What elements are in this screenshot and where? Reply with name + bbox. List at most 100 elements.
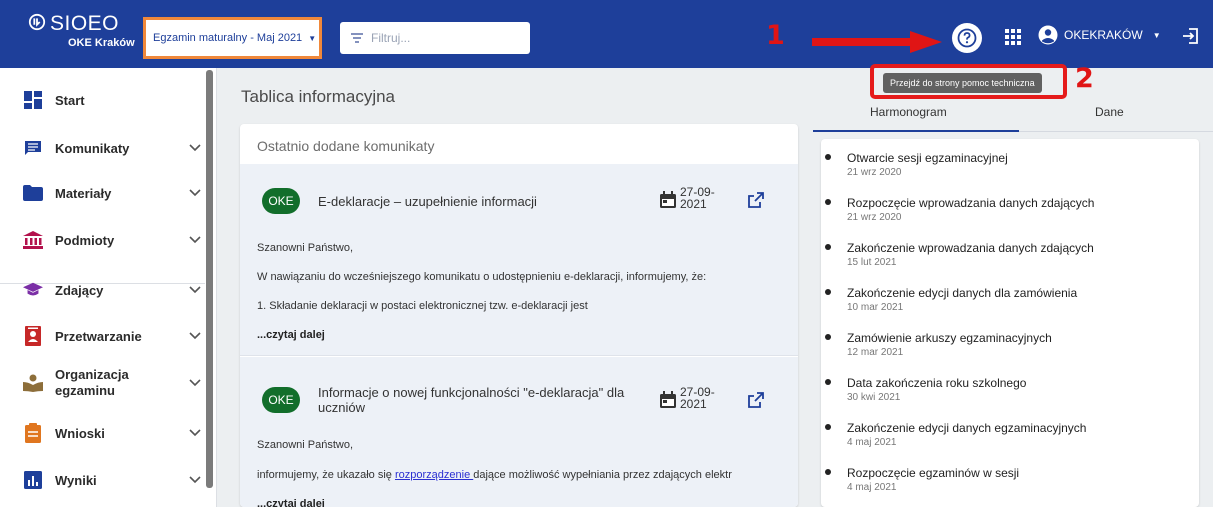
- list-item: Zakończenie edycji danych egzaminacyjnyc…: [825, 421, 1087, 448]
- sidebar-item-materialy[interactable]: Materiały: [0, 181, 205, 205]
- sidebar-item-label-line2: egzaminu: [55, 383, 115, 398]
- schedule-item-name: Zakończenie edycji danych egzaminacyjnyc…: [847, 421, 1087, 435]
- chevron-down-icon: [189, 236, 201, 244]
- list-item: Rozpoczęcie wprowadzania danych zdającyc…: [825, 196, 1095, 223]
- logo-title: SIOEO: [50, 12, 120, 35]
- sidebar-item-label: Przetwarzanie: [55, 328, 142, 344]
- message-date: 27-09- 2021: [659, 386, 715, 410]
- schedule-item-name: Otwarcie sesji egzaminacyjnej: [847, 151, 1008, 165]
- list-item: Zakończenie edycji danych dla zamówienia…: [825, 286, 1078, 313]
- schedule-item-name: Zakończenie wprowadzania danych zdającyc…: [847, 241, 1094, 255]
- list-item: Zamówienie arkuszy egzaminacyjnych 12 mar…: [825, 331, 1052, 358]
- sidebar-item-label: Organizacja egzaminu: [55, 367, 129, 399]
- sidebar-item-wyniki[interactable]: Wyniki: [0, 468, 205, 492]
- filter-input[interactable]: Filtruj...: [340, 22, 530, 54]
- chevron-down-icon: [189, 476, 201, 484]
- oke-badge: OKE: [262, 188, 300, 214]
- sidebar-item-label: Wyniki: [55, 472, 97, 488]
- oke-badge: OKE: [262, 387, 300, 413]
- sidebar-item-start[interactable]: Start: [0, 88, 205, 112]
- schedule-item-date: 30 kwi 2021: [847, 392, 901, 403]
- sidebar-item-label: Komunikaty: [55, 140, 130, 156]
- chevron-down-icon: [189, 286, 201, 294]
- schedule-item-name: Zakończenie edycji danych dla zamówienia: [847, 286, 1078, 300]
- exam-session-select[interactable]: Egzamin maturalny - Maj 2021 ▼: [143, 17, 322, 59]
- logo-icon: [28, 13, 46, 36]
- help-circle-icon: [957, 28, 977, 48]
- filter-icon: [351, 33, 363, 43]
- bullet: [825, 199, 831, 205]
- message-card: OKE E-deklaracje – uzupełnienie informac…: [240, 164, 798, 356]
- apps-grid-icon[interactable]: [1005, 29, 1021, 50]
- message-title-line2: uczniów: [318, 400, 365, 415]
- schedule-item-date: 21 wrz 2020: [847, 212, 902, 223]
- schedule-item-date: 10 mar 2021: [847, 302, 904, 313]
- list-item: Otwarcie sesji egzaminacyjnej 21 wrz 2020: [825, 151, 1008, 178]
- chevron-down-icon: [189, 429, 201, 437]
- read-more-link[interactable]: ...czytaj dalej: [257, 329, 325, 341]
- annotation-number-1: 1: [766, 20, 785, 51]
- message-text-line: 1. Składanie deklaracji w postaci elektr…: [257, 300, 588, 312]
- bullet: [825, 154, 831, 160]
- top-app-bar: SIOEO OKE Kraków Egzamin maturalny - Maj…: [0, 0, 1213, 68]
- sidebar-item-przetwarzanie[interactable]: Przetwarzanie: [0, 324, 205, 348]
- calendar-icon: [660, 391, 676, 408]
- logout-icon[interactable]: [1182, 27, 1200, 50]
- logo-subtitle: OKE Kraków: [68, 37, 135, 49]
- sidebar-item-label-line1: Organizacja: [55, 367, 129, 382]
- schedule-item-date: 12 mar 2021: [847, 347, 904, 358]
- page-title: Tablica informacyjna: [241, 87, 396, 106]
- calendar-icon: [660, 191, 676, 208]
- institution-icon: [23, 230, 43, 250]
- clipboard-icon: [23, 423, 43, 443]
- message-title[interactable]: E-deklaracje – uzupełnienie informacji: [318, 194, 537, 209]
- sidebar-item-label: Podmioty: [55, 232, 115, 248]
- message-title-line1: Informacje o nowej funkcjonalności "e-de…: [318, 385, 625, 400]
- tab-dane[interactable]: Dane: [1095, 105, 1124, 119]
- sidebar-item-label: Start: [55, 92, 85, 108]
- dashboard-icon: [23, 90, 43, 110]
- message-card: OKE Informacje o nowej funkcjonalności "…: [240, 357, 798, 507]
- user-name: OKEKRAKÓW: [1064, 28, 1143, 42]
- graduation-cap-icon: [23, 280, 43, 300]
- annotation-number-2: 2: [1075, 63, 1094, 94]
- sidebar-item-komunikaty[interactable]: Komunikaty: [0, 136, 205, 160]
- message-text-line: Szanowni Państwo,: [257, 439, 353, 451]
- schedule-list: Otwarcie sesji egzaminacyjnej 21 wrz 2020…: [821, 139, 1199, 507]
- schedule-item-date: 15 lut 2021: [847, 257, 897, 268]
- account-circle-icon: [1038, 25, 1058, 45]
- schedule-item-name: Rozpoczęcie wprowadzania danych zdającyc…: [847, 196, 1095, 210]
- sidebar-item-organizacja-egzaminu[interactable]: Organizacja egzaminu: [0, 365, 205, 401]
- chevron-down-icon: [189, 332, 201, 340]
- bar-chart-icon: [23, 470, 43, 490]
- sidebar-item-podmioty[interactable]: Podmioty: [0, 228, 205, 252]
- user-menu[interactable]: OKEKRAKÓW ▼: [1038, 25, 1161, 45]
- annotation-highlight-box: [870, 64, 1067, 99]
- open-external-icon[interactable]: [748, 392, 764, 408]
- date-line-2: 2021: [680, 397, 707, 411]
- bullet: [825, 289, 831, 295]
- help-button[interactable]: [952, 23, 982, 53]
- chevron-down-icon: [189, 189, 201, 197]
- message-title[interactable]: Informacje o nowej funkcjonalności "e-de…: [318, 385, 624, 415]
- schedule-item-date: 21 wrz 2020: [847, 167, 902, 178]
- folder-icon: [23, 183, 43, 203]
- app-logo[interactable]: SIOEO OKE Kraków: [28, 12, 135, 49]
- sidebar: Start Komunikaty Materiały Podmioty Zdaj…: [0, 68, 217, 507]
- message-text-line: W nawiązaniu do wcześniejszego komunikat…: [257, 271, 707, 283]
- sidebar-item-wnioski[interactable]: Wnioski: [0, 421, 205, 445]
- list-item: Rozpoczęcie egzaminów w sesji 4 maj 2021: [825, 466, 1019, 493]
- sidebar-item-label: Materiały: [55, 185, 112, 201]
- sidebar-item-zdajacy[interactable]: Zdający: [0, 278, 205, 302]
- schedule-item-date: 4 maj 2021: [847, 482, 897, 493]
- tab-harmonogram[interactable]: Harmonogram: [870, 105, 947, 119]
- read-more-link[interactable]: ...czytaj dalej: [257, 498, 325, 507]
- sidebar-scrollbar[interactable]: [206, 70, 213, 488]
- bullet: [825, 244, 831, 250]
- open-external-icon[interactable]: [748, 192, 764, 208]
- chevron-down-icon: [189, 144, 201, 152]
- list-item: Zakończenie wprowadzania danych zdającyc…: [825, 241, 1094, 268]
- contact-card-icon: [23, 326, 43, 346]
- schedule-tabs: Harmonogram Dane: [813, 99, 1213, 133]
- regulation-link[interactable]: rozporządzenie: [395, 469, 473, 481]
